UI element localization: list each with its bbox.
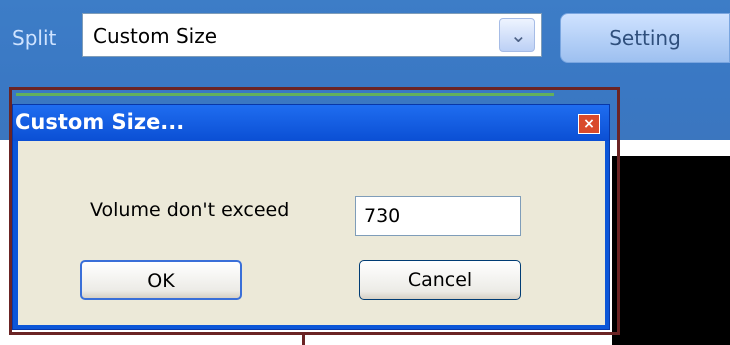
preview-area (612, 156, 730, 345)
cancel-button[interactable]: Cancel (359, 260, 521, 300)
dialog-body: Volume don't exceed OK Cancel (18, 141, 605, 325)
volume-label: Volume don't exceed (90, 199, 290, 221)
combobox-dropdown-button[interactable]: ⌄ (499, 18, 535, 52)
dialog-title: Custom Size... (15, 110, 185, 134)
setting-button[interactable]: Setting (560, 13, 730, 63)
split-label: Split (12, 26, 57, 50)
volume-input[interactable] (355, 196, 521, 236)
ok-button[interactable]: OK (80, 260, 242, 300)
custom-size-dialog: Custom Size... × Volume don't exceed OK … (12, 104, 610, 330)
size-combobox[interactable]: Custom Size ⌄ (82, 13, 542, 57)
dialog-titlebar[interactable]: Custom Size... × (13, 105, 609, 141)
progress-line (16, 93, 554, 96)
combobox-value: Custom Size (93, 24, 218, 48)
highlight-frame-pointer (302, 335, 305, 345)
chevron-down-icon: ⌄ (510, 23, 527, 47)
close-icon[interactable]: × (578, 114, 600, 134)
